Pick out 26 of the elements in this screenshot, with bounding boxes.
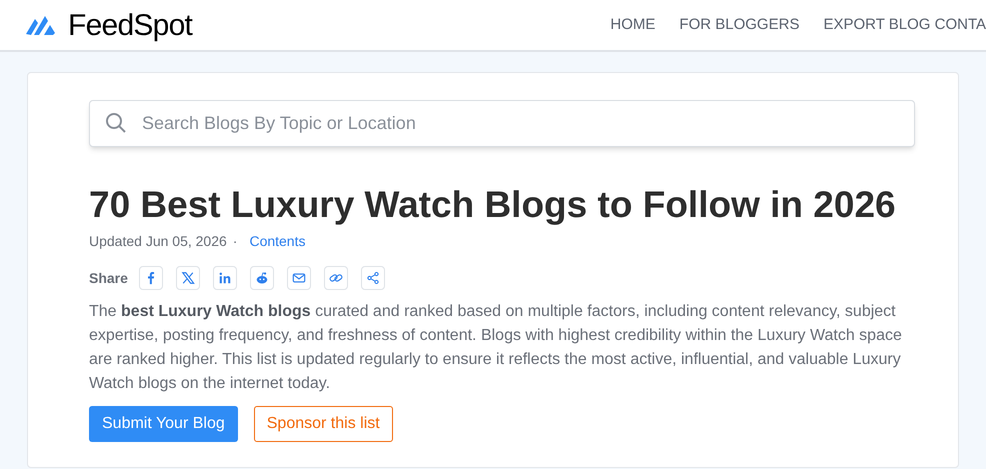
envelope-icon <box>292 271 306 285</box>
contents-link[interactable]: Contents <box>249 231 306 252</box>
nav-link[interactable]: FOR BLOGGERS <box>679 14 800 36</box>
linkedin-icon <box>218 271 232 285</box>
separator: · <box>232 232 238 251</box>
submit-button[interactable]: Submit Your Blog <box>89 406 238 442</box>
search-field[interactable]: Search Blogs By Topic or Location <box>89 100 915 147</box>
updated-date: Updated Jun 05, 2026 <box>89 232 227 251</box>
reddit-icon <box>254 271 269 285</box>
logo-text[interactable]: FeedSpot <box>68 2 192 48</box>
x-share-button[interactable] <box>176 266 200 290</box>
linkedin-share-button[interactable] <box>212 266 237 290</box>
share-label: Share <box>89 268 128 288</box>
description: The best Luxury Watch blogs curated and ranked based on multiple factors, including content relevancy, subject expertise, posting frequency, and freshness of content. Blogs with highest credibility within the Luxury Watch space are ranked higher. This list is updated regularly to ensure it reflects the most active, influential, and valuable Luxury Watch blogs on the internet today. <box>89 302 903 394</box>
reddit-share-button[interactable] <box>250 266 274 290</box>
page-title: 70 Best Luxury Watch Blogs to Follow in 2026 <box>89 183 896 227</box>
nav-link[interactable]: EXPORT BLOG CONTA <box>823 14 986 36</box>
share-share-button[interactable] <box>360 266 385 290</box>
link-share-button[interactable] <box>324 266 348 290</box>
x-icon <box>180 271 195 285</box>
search-icon <box>105 112 127 134</box>
email-share-button[interactable] <box>286 266 311 290</box>
facebook-share-button[interactable] <box>138 266 163 290</box>
share-icon <box>366 271 380 285</box>
nav-link[interactable]: HOME <box>610 14 656 36</box>
sponsor-button[interactable]: Sponsor this list <box>254 406 393 442</box>
